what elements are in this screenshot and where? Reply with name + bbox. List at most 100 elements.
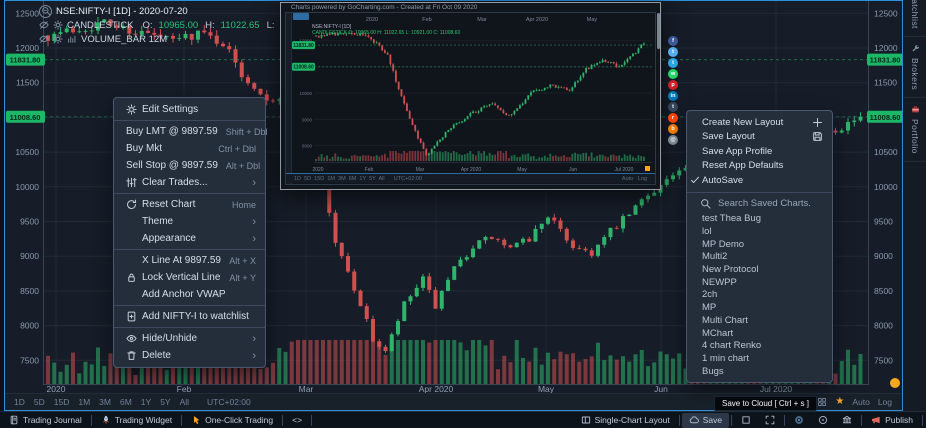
cloud-icon	[689, 415, 699, 425]
ctx-add-anchor-vwap[interactable]: Add Anchor VWAP	[114, 286, 265, 303]
timeframe-5y[interactable]: 5Y	[160, 397, 170, 407]
saved-chart-4-chart-renko[interactable]: 4 chart Renko	[687, 339, 832, 352]
timeframe-6m[interactable]: 6M	[120, 397, 132, 407]
ctx-sell-stop-9897-59[interactable]: Sell Stop @ 9897.59Alt + Dbl	[114, 157, 265, 174]
popup-scrollbar[interactable]	[657, 13, 660, 49]
layout-menu-save-app-profile[interactable]: Save App Profile	[687, 144, 832, 159]
grid-settings-icon[interactable]	[817, 397, 827, 407]
target-button[interactable]	[811, 413, 835, 428]
menu-item-label: Theme	[142, 216, 244, 227]
share-email-icon[interactable]: @	[668, 135, 678, 145]
high-label: H:	[205, 20, 215, 31]
layout-menu-create-new-layout[interactable]: Create New Layout	[687, 115, 832, 130]
share-linkedin-icon[interactable]: in	[668, 91, 678, 101]
expand-button[interactable]	[758, 413, 782, 428]
saved-chart-1-min-chart[interactable]: 1 min chart	[687, 352, 832, 365]
layout-menu-save-layout[interactable]: Save Layout	[687, 130, 832, 145]
saved-chart-mchart[interactable]: MChart	[687, 327, 832, 340]
svg-text:11831.80: 11831.80	[870, 56, 901, 65]
ctx-lock-vertical-line[interactable]: Lock Vertical LineAlt + Y	[114, 269, 265, 286]
svg-text:8000: 8000	[874, 321, 893, 331]
saved-chart-multi2[interactable]: Multi2	[687, 251, 832, 264]
svg-text:Feb: Feb	[422, 17, 431, 23]
ctx-x-line-at-9897-59[interactable]: X Line At 9897.59Alt + X	[114, 252, 265, 269]
submenu-arrow-icon: ›	[252, 178, 256, 188]
volume-settings-icon[interactable]	[53, 34, 63, 44]
save-button[interactable]: Save	[682, 413, 729, 428]
notification-dot[interactable]	[890, 378, 900, 388]
ctx-reset-chart[interactable]: Reset ChartHome	[114, 196, 265, 213]
popup-menu-chip[interactable]	[293, 13, 309, 20]
sidebar-tab-brokers[interactable]: Brokers	[904, 37, 926, 98]
bank-button[interactable]	[835, 413, 859, 428]
square-button[interactable]	[734, 413, 758, 428]
menu-item-label: Reset App Defaults	[702, 160, 783, 171]
timeframe-5d[interactable]: 5D	[34, 397, 45, 407]
saved-chart-test-thea-bug[interactable]: test Thea Bug	[687, 213, 832, 226]
trading-journal-button[interactable]: Trading Journal	[2, 413, 89, 428]
trash-icon	[126, 350, 137, 361]
share-telegram-icon[interactable]: t	[668, 58, 678, 68]
share-blogger-icon[interactable]: b	[668, 124, 678, 134]
timeframe-3m[interactable]: 3M	[99, 397, 111, 407]
share-facebook-icon[interactable]: f	[668, 36, 678, 46]
timezone-label[interactable]: UTC+02:00	[207, 397, 251, 407]
layout-icon	[581, 415, 591, 425]
layout-menu-reset-app-defaults[interactable]: Reset App Defaults	[687, 159, 832, 174]
trading-widget-button[interactable]: Trading Widget	[94, 413, 179, 428]
ctx-add-nifty-i-to-watchlist[interactable]: Add NIFTY-I to watchlist	[114, 308, 265, 325]
open-label: O:	[143, 20, 153, 31]
share-twitter-icon[interactable]: t	[668, 47, 678, 57]
hide-volume-icon[interactable]	[39, 34, 49, 44]
svg-text:9000: 9000	[874, 251, 893, 261]
saved-chart-newpp[interactable]: NEWPP	[687, 276, 832, 289]
ctx-delete[interactable]: Delete›	[114, 347, 265, 364]
saved-chart-new-protocol[interactable]: New Protocol	[687, 263, 832, 276]
share-tumblr-icon[interactable]: t	[668, 102, 678, 112]
sidebar-tab-label: Watchlist	[910, 0, 920, 29]
open-value: 10965.00	[159, 20, 199, 31]
share-reddit-icon[interactable]: r	[668, 113, 678, 123]
submenu-arrow-icon: ›	[252, 217, 256, 227]
saved-chart-lol[interactable]: lol	[687, 225, 832, 238]
ctx-buy-lmt-9897-59[interactable]: Buy LMT @ 9897.59Shift + Dbl	[114, 123, 265, 140]
timeframe-1y[interactable]: 1Y	[141, 397, 151, 407]
publish-button[interactable]: Publish	[864, 413, 920, 428]
saved-chart-bugs[interactable]: Bugs	[687, 365, 832, 378]
search-input[interactable]	[718, 198, 828, 209]
app-window: 2020FebMarApr 2020MayJunJul 202012500125…	[0, 0, 926, 428]
auto-scale-toggle[interactable]: Auto	[852, 397, 870, 407]
share-pinterest-icon[interactable]: p	[668, 80, 678, 90]
layout-menu-autosave[interactable]: AutoSave	[687, 173, 832, 188]
square-icon	[741, 415, 751, 425]
favorite-star-icon[interactable]: ★	[835, 397, 844, 407]
timeframe-all[interactable]: All	[180, 397, 189, 407]
svg-text:2020: 2020	[47, 384, 66, 393]
timeframe-1m[interactable]: 1M	[78, 397, 90, 407]
saved-chart-mp[interactable]: MP	[687, 301, 832, 314]
-button[interactable]: <>	[285, 413, 309, 428]
sidebar-tab-portfolio[interactable]: Portfolio	[904, 98, 926, 162]
zoom-out-icon[interactable]	[39, 5, 52, 18]
ctx-clear-trades[interactable]: Clear Trades...›	[114, 174, 265, 191]
saved-chart-multi-chart[interactable]: Multi Chart	[687, 314, 832, 327]
single-chart-layout-button[interactable]: Single-Chart Layout	[574, 413, 677, 428]
svg-text:8500: 8500	[874, 286, 893, 296]
log-scale-toggle[interactable]: Log	[878, 397, 892, 407]
camera-button[interactable]	[787, 413, 811, 428]
ctx-hide-unhide[interactable]: Hide/Unhide›	[114, 330, 265, 347]
ctx-theme[interactable]: Theme ›	[114, 213, 265, 230]
one-click-trading-button[interactable]: One-Click Trading	[184, 413, 280, 428]
timeframe-1d[interactable]: 1D	[14, 397, 25, 407]
ctx-appearance[interactable]: Appearance›	[114, 230, 265, 247]
ctx-edit-settings[interactable]: Edit Settings	[114, 101, 265, 118]
saved-chart-mp-demo[interactable]: MP Demo	[687, 238, 832, 251]
timeframe-15d[interactable]: 15D	[54, 397, 70, 407]
share-whatsapp-icon[interactable]: w	[668, 69, 678, 79]
ctx-buy-mkt[interactable]: Buy MktCtrl + Dbl	[114, 140, 265, 157]
saved-charts-search[interactable]	[687, 195, 832, 213]
saved-chart-2ch[interactable]: 2ch	[687, 289, 832, 302]
hide-series-icon[interactable]	[39, 20, 49, 30]
series-settings-icon[interactable]	[53, 20, 63, 30]
sidebar-tab-watchlist[interactable]: Watchlist	[904, 0, 926, 37]
